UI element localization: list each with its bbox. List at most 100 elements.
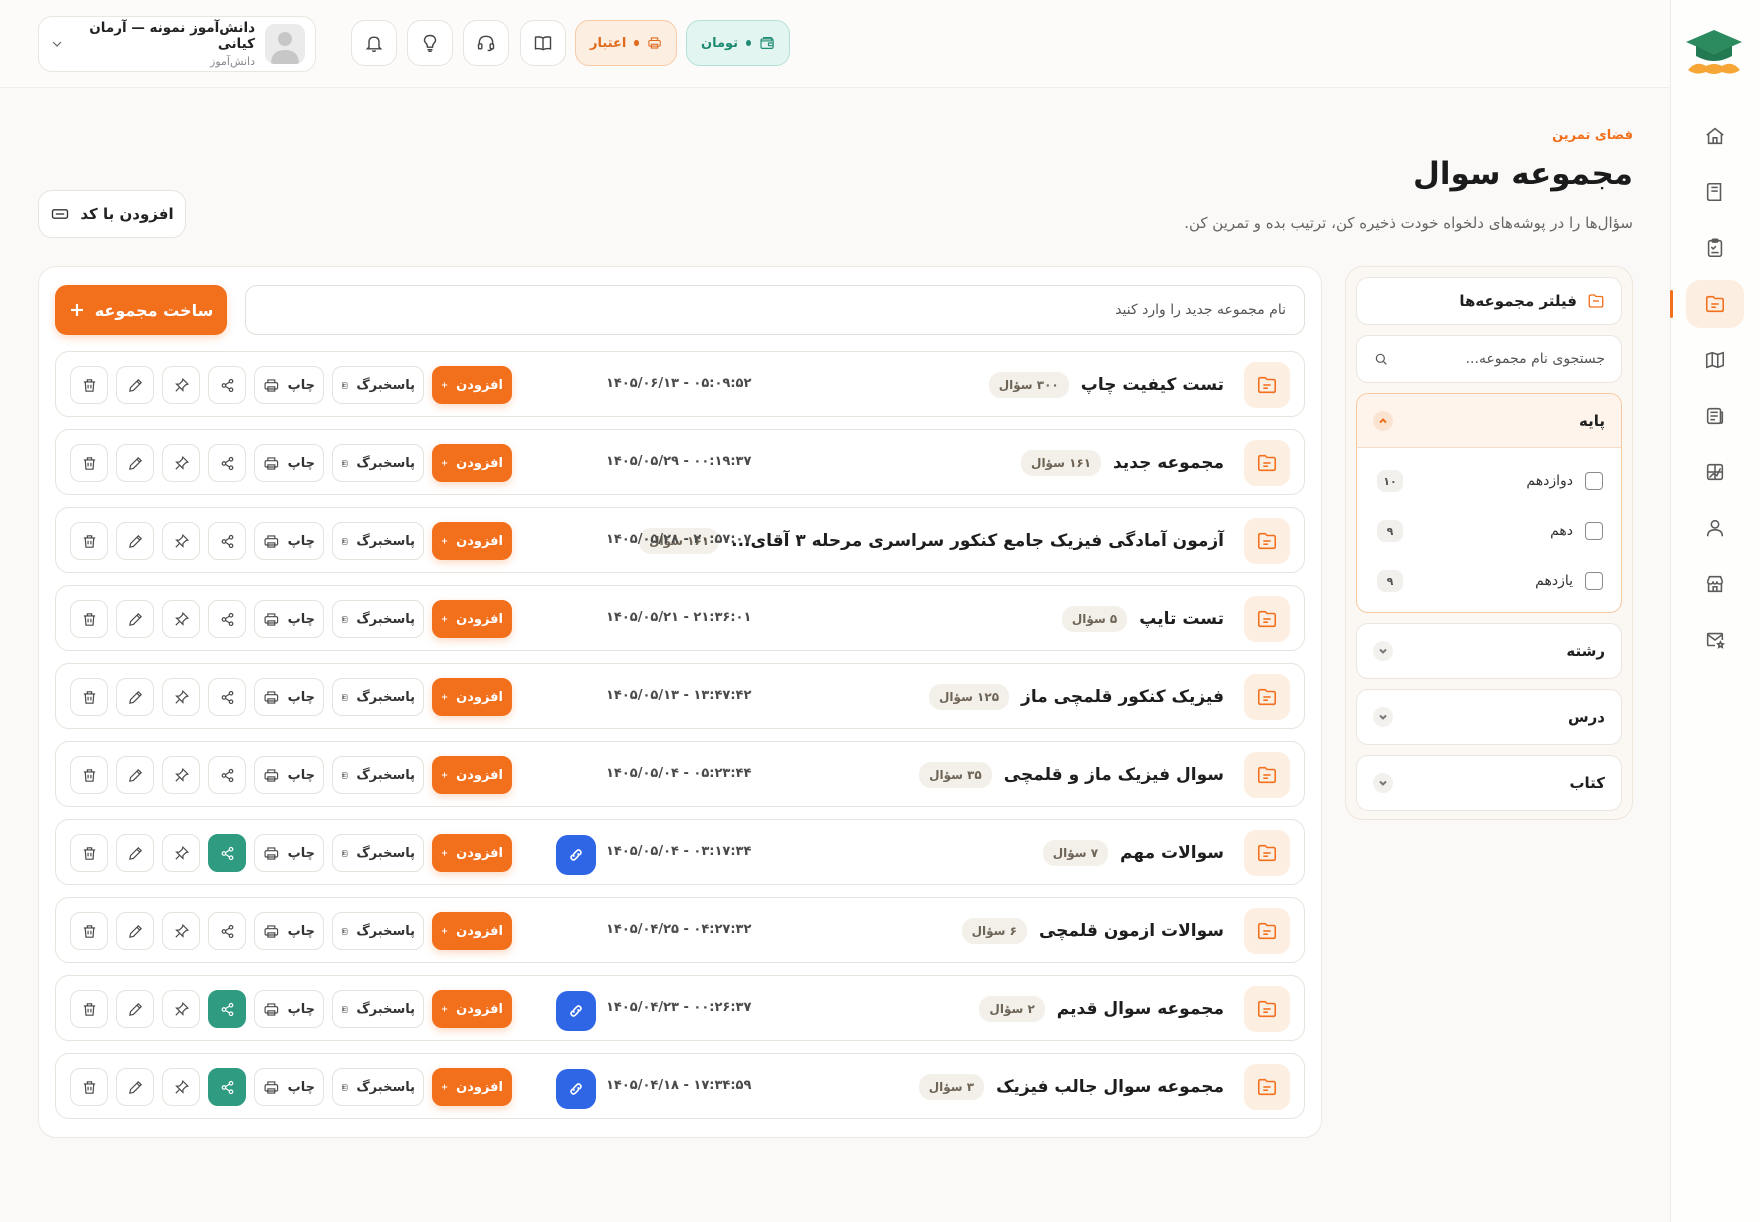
pin-button[interactable] — [162, 756, 200, 794]
answer-sheet-button[interactable]: پاسخبرگ — [332, 990, 424, 1028]
copy-link-button[interactable] — [556, 991, 596, 1031]
wallet-pill[interactable]: تومان — [686, 20, 790, 66]
delete-button[interactable] — [70, 834, 108, 872]
filter-group-header[interactable]: رشته — [1357, 624, 1621, 678]
print-button[interactable]: چاپ — [254, 678, 324, 716]
pin-button[interactable] — [162, 444, 200, 482]
collection-title[interactable]: سوالات مهم — [1120, 843, 1224, 863]
collection-row[interactable]: مجموعه جدید ۱۶۱ سؤال ۱۴۰۵/۰۵/۲۹ - ۰۰:۱۹:… — [55, 429, 1305, 495]
create-collection-button[interactable]: ساخت مجموعه — [55, 285, 227, 335]
print-button[interactable]: چاپ — [254, 522, 324, 560]
collection-row[interactable]: تست تایپ ۵ سؤال ۱۴۰۵/۰۵/۲۱ - ۲۱:۳۶:۰۱ چا… — [55, 585, 1305, 651]
credit-pill[interactable]: اعتبار — [575, 20, 677, 66]
collection-row[interactable]: مجموعه سوال جالب فیزیک ۳ سؤال ۱۴۰۵/۰۴/۱۸… — [55, 1053, 1305, 1119]
answer-sheet-button[interactable]: پاسخبرگ — [332, 912, 424, 950]
share-button[interactable] — [208, 1068, 246, 1106]
checkbox[interactable] — [1585, 472, 1603, 490]
tips-button[interactable] — [407, 20, 453, 66]
edit-button[interactable] — [116, 990, 154, 1028]
share-button[interactable] — [208, 834, 246, 872]
edit-button[interactable] — [116, 600, 154, 638]
collection-title[interactable]: مجموعه سوال جالب فیزیک — [996, 1077, 1224, 1097]
edit-button[interactable] — [116, 366, 154, 404]
collection-title[interactable]: آزمون آمادگی فیزیک جامع کنکور سراسری مرح… — [731, 531, 1224, 551]
add-questions-button[interactable]: افزودن — [432, 444, 512, 482]
edit-button[interactable] — [116, 756, 154, 794]
answer-sheet-button[interactable]: پاسخبرگ — [332, 834, 424, 872]
answer-sheet-button[interactable]: پاسخبرگ — [332, 444, 424, 482]
add-questions-button[interactable]: افزودن — [432, 756, 512, 794]
add-questions-button[interactable]: افزودن — [432, 522, 512, 560]
pin-button[interactable] — [162, 990, 200, 1028]
checkbox[interactable] — [1585, 572, 1603, 590]
nav-profile[interactable] — [1686, 504, 1744, 552]
nav-messages[interactable] — [1686, 616, 1744, 664]
add-questions-button[interactable]: افزودن — [432, 366, 512, 404]
delete-button[interactable] — [70, 600, 108, 638]
edit-button[interactable] — [116, 678, 154, 716]
answer-sheet-button[interactable]: پاسخبرگ — [332, 522, 424, 560]
collection-row[interactable]: مجموعه سوال قدیم ۲ سؤال ۱۴۰۵/۰۴/۲۳ - ۰۰:… — [55, 975, 1305, 1041]
edit-button[interactable] — [116, 912, 154, 950]
nav-news[interactable] — [1686, 392, 1744, 440]
collection-title[interactable]: سوالات ازمون قلمچی — [1039, 921, 1224, 941]
nav-map[interactable] — [1686, 336, 1744, 384]
print-button[interactable]: چاپ — [254, 366, 324, 404]
delete-button[interactable] — [70, 912, 108, 950]
pin-button[interactable] — [162, 678, 200, 716]
pin-button[interactable] — [162, 600, 200, 638]
pin-button[interactable] — [162, 522, 200, 560]
filter-option[interactable]: یازدهم ۹ — [1357, 556, 1621, 606]
nav-home[interactable] — [1686, 112, 1744, 160]
edit-button[interactable] — [116, 1068, 154, 1106]
answer-sheet-button[interactable]: پاسخبرگ — [332, 678, 424, 716]
app-logo[interactable] — [1682, 26, 1746, 82]
nav-exams[interactable] — [1686, 224, 1744, 272]
share-button[interactable] — [208, 678, 246, 716]
answer-sheet-button[interactable]: پاسخبرگ — [332, 756, 424, 794]
share-button[interactable] — [208, 756, 246, 794]
nav-collections[interactable] — [1670, 280, 1744, 328]
notifications-button[interactable] — [351, 20, 397, 66]
collection-row[interactable]: تست کیفیت چاپ ۳۰۰ سؤال ۱۴۰۵/۰۶/۱۳ - ۰۵:۰… — [55, 351, 1305, 417]
add-questions-button[interactable]: افزودن — [432, 600, 512, 638]
collection-row[interactable]: سوالات مهم ۷ سؤال ۱۴۰۵/۰۵/۰۴ - ۰۳:۱۷:۳۴ … — [55, 819, 1305, 885]
pin-button[interactable] — [162, 366, 200, 404]
add-questions-button[interactable]: افزودن — [432, 678, 512, 716]
collection-title[interactable]: فیزیک کنکور قلمچی ماز — [1021, 687, 1224, 707]
user-menu[interactable]: دانش‌آموز نمونه — آرمان کیانی دانش‌آموز — [38, 16, 316, 72]
collection-title[interactable]: تست تایپ — [1139, 609, 1224, 629]
delete-button[interactable] — [70, 756, 108, 794]
delete-button[interactable] — [70, 522, 108, 560]
delete-button[interactable] — [70, 444, 108, 482]
nav-book[interactable] — [1686, 168, 1744, 216]
collection-row[interactable]: آزمون آمادگی فیزیک جامع کنکور سراسری مرح… — [55, 507, 1305, 573]
collection-row[interactable]: فیزیک کنکور قلمچی ماز ۱۲۵ سؤال ۱۴۰۵/۰۵/۱… — [55, 663, 1305, 729]
answer-sheet-button[interactable]: پاسخبرگ — [332, 366, 424, 404]
pin-button[interactable] — [162, 1068, 200, 1106]
add-questions-button[interactable]: افزودن — [432, 1068, 512, 1106]
nav-store[interactable] — [1686, 560, 1744, 608]
filter-group-header[interactable]: پایه — [1357, 394, 1621, 448]
breadcrumb[interactable]: فضای تمرین — [1552, 128, 1633, 143]
copy-link-button[interactable] — [556, 835, 596, 875]
print-button[interactable]: چاپ — [254, 912, 324, 950]
collection-title[interactable]: مجموعه جدید — [1113, 453, 1224, 473]
filter-group-header[interactable]: درس — [1357, 690, 1621, 744]
print-button[interactable]: چاپ — [254, 990, 324, 1028]
answer-sheet-button[interactable]: پاسخبرگ — [332, 600, 424, 638]
share-button[interactable] — [208, 366, 246, 404]
collection-title[interactable]: تست کیفیت چاپ — [1081, 375, 1224, 395]
print-button[interactable]: چاپ — [254, 444, 324, 482]
delete-button[interactable] — [70, 990, 108, 1028]
delete-button[interactable] — [70, 678, 108, 716]
delete-button[interactable] — [70, 366, 108, 404]
copy-link-button[interactable] — [556, 1069, 596, 1109]
new-collection-input[interactable] — [264, 302, 1286, 318]
delete-button[interactable] — [70, 1068, 108, 1106]
add-questions-button[interactable]: افزودن — [432, 912, 512, 950]
checkbox[interactable] — [1585, 522, 1603, 540]
pin-button[interactable] — [162, 912, 200, 950]
add-by-code-button[interactable]: افزودن با کد — [38, 190, 186, 238]
edit-button[interactable] — [116, 834, 154, 872]
